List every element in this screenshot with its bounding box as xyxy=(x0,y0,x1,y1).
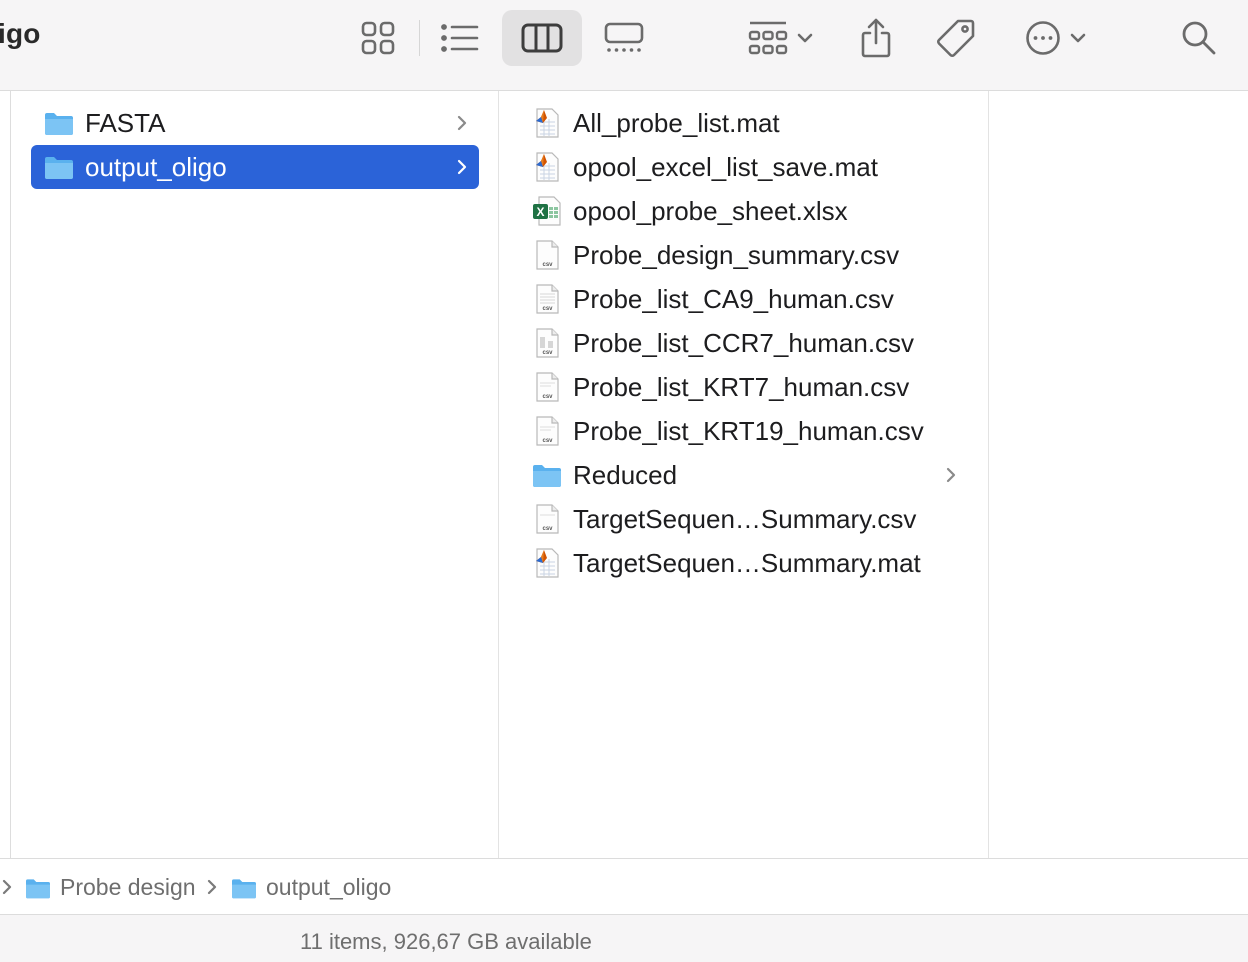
file-name: TargetSequen…Summary.csv xyxy=(573,503,917,534)
file-row[interactable]: TargetSequen…Summary.mat xyxy=(519,541,969,585)
icon-view-icon xyxy=(361,21,395,55)
search-icon xyxy=(1182,21,1216,55)
gallery-view-button[interactable] xyxy=(596,10,652,66)
csv-file-icon: csv xyxy=(536,504,559,534)
svg-text:csv: csv xyxy=(542,394,553,400)
file-name: Probe_list_CA9_human.csv xyxy=(573,283,894,314)
file-row[interactable]: csv Probe_list_KRT19_human.csv xyxy=(519,409,969,453)
tag-button[interactable] xyxy=(932,10,980,66)
svg-text:csv: csv xyxy=(542,526,553,532)
column-view-icon xyxy=(521,23,563,53)
chevron-right-icon xyxy=(946,467,956,483)
ellipsis-circle-icon xyxy=(1026,21,1060,55)
window-title: igo xyxy=(0,18,41,49)
mat-file-icon xyxy=(536,548,559,578)
path-bar: Probe design output_oligo xyxy=(0,858,1248,915)
file-name: opool_excel_list_save.mat xyxy=(573,151,878,182)
file-name: All_probe_list.mat xyxy=(573,107,780,138)
svg-text:csv: csv xyxy=(542,438,553,444)
file-row[interactable]: csv Probe_list_KRT7_human.csv xyxy=(519,365,969,409)
file-row[interactable]: X opool_probe_sheet.xlsx xyxy=(519,189,969,233)
folder-row-fasta[interactable]: FASTA xyxy=(31,101,479,145)
folder-icon xyxy=(533,465,561,487)
chevron-right-icon xyxy=(457,159,467,175)
group-grid-icon xyxy=(748,21,788,55)
share-button[interactable] xyxy=(852,10,900,66)
browser-column-3[interactable] xyxy=(989,91,1248,858)
tag-icon xyxy=(937,19,975,57)
file-row[interactable]: csv Probe_design_summary.csv xyxy=(519,233,969,277)
mat-file-icon xyxy=(536,152,559,182)
group-button[interactable] xyxy=(738,10,824,66)
folder-row-reduced[interactable]: Reduced xyxy=(519,453,969,497)
browser-column-1[interactable]: FASTA output_oligo xyxy=(10,91,499,858)
file-name: opool_probe_sheet.xlsx xyxy=(573,195,848,226)
csv-file-icon: csv xyxy=(536,284,559,314)
svg-text:X: X xyxy=(536,205,544,219)
list-view-icon xyxy=(441,24,479,52)
path-item-label: output_oligo xyxy=(266,874,392,900)
csv-file-icon: csv xyxy=(536,240,559,270)
icon-view-button[interactable] xyxy=(350,10,406,66)
csv-file-icon: csv xyxy=(536,416,559,446)
search-button[interactable] xyxy=(1176,10,1222,66)
chevron-down-icon xyxy=(797,33,813,43)
status-text: 11 items, 926,67 GB available xyxy=(300,929,592,954)
file-row[interactable]: csv Probe_list_CA9_human.csv xyxy=(519,277,969,321)
file-name: TargetSequen…Summary.mat xyxy=(573,547,921,578)
file-name: Probe_list_KRT19_human.csv xyxy=(573,415,924,446)
excel-file-icon: X xyxy=(533,196,561,226)
more-actions-button[interactable] xyxy=(1018,10,1094,66)
folder-name: FASTA xyxy=(85,107,166,138)
file-row[interactable]: opool_excel_list_save.mat xyxy=(519,145,969,189)
folder-icon xyxy=(45,113,73,135)
file-row[interactable]: csv TargetSequen…Summary.csv xyxy=(519,497,969,541)
svg-text:csv: csv xyxy=(542,262,553,268)
folder-icon xyxy=(232,878,256,898)
toolbar-separator xyxy=(419,20,420,56)
file-name: Probe_design_summary.csv xyxy=(573,239,900,270)
folder-icon xyxy=(26,878,50,898)
gallery-view-icon xyxy=(604,22,644,52)
svg-text:csv: csv xyxy=(542,306,553,312)
file-name: Probe_list_CCR7_human.csv xyxy=(573,327,915,358)
folder-name: output_oligo xyxy=(85,151,227,182)
chevron-right-icon xyxy=(457,115,467,131)
chevron-down-icon xyxy=(1070,33,1086,43)
csv-file-icon: csv xyxy=(536,328,559,358)
column-view-button[interactable] xyxy=(502,10,582,66)
share-icon xyxy=(861,18,891,58)
status-bar: 11 items, 926,67 GB available xyxy=(0,915,1248,962)
folder-icon xyxy=(45,157,73,179)
path-item-label: Probe design xyxy=(60,874,196,900)
toolbar: igo xyxy=(0,0,1248,91)
path-item-output-oligo[interactable]: output_oligo xyxy=(230,859,391,916)
csv-file-icon: csv xyxy=(536,372,559,402)
list-view-button[interactable] xyxy=(432,10,488,66)
path-item-probe-design[interactable]: Probe design xyxy=(24,859,196,916)
svg-text:csv: csv xyxy=(542,350,553,356)
file-row[interactable]: csv Probe_list_CCR7_human.csv xyxy=(519,321,969,365)
file-row[interactable]: All_probe_list.mat xyxy=(519,101,969,145)
folder-row-output-oligo[interactable]: output_oligo xyxy=(31,145,479,189)
folder-name: Reduced xyxy=(573,459,678,490)
file-name: Probe_list_KRT7_human.csv xyxy=(573,371,910,402)
browser-column-2[interactable]: All_probe_list.mat opool_excel_list_save… xyxy=(499,91,989,858)
chevron-right-icon xyxy=(207,879,217,895)
chevron-right-icon xyxy=(2,879,12,895)
mat-file-icon xyxy=(536,108,559,138)
